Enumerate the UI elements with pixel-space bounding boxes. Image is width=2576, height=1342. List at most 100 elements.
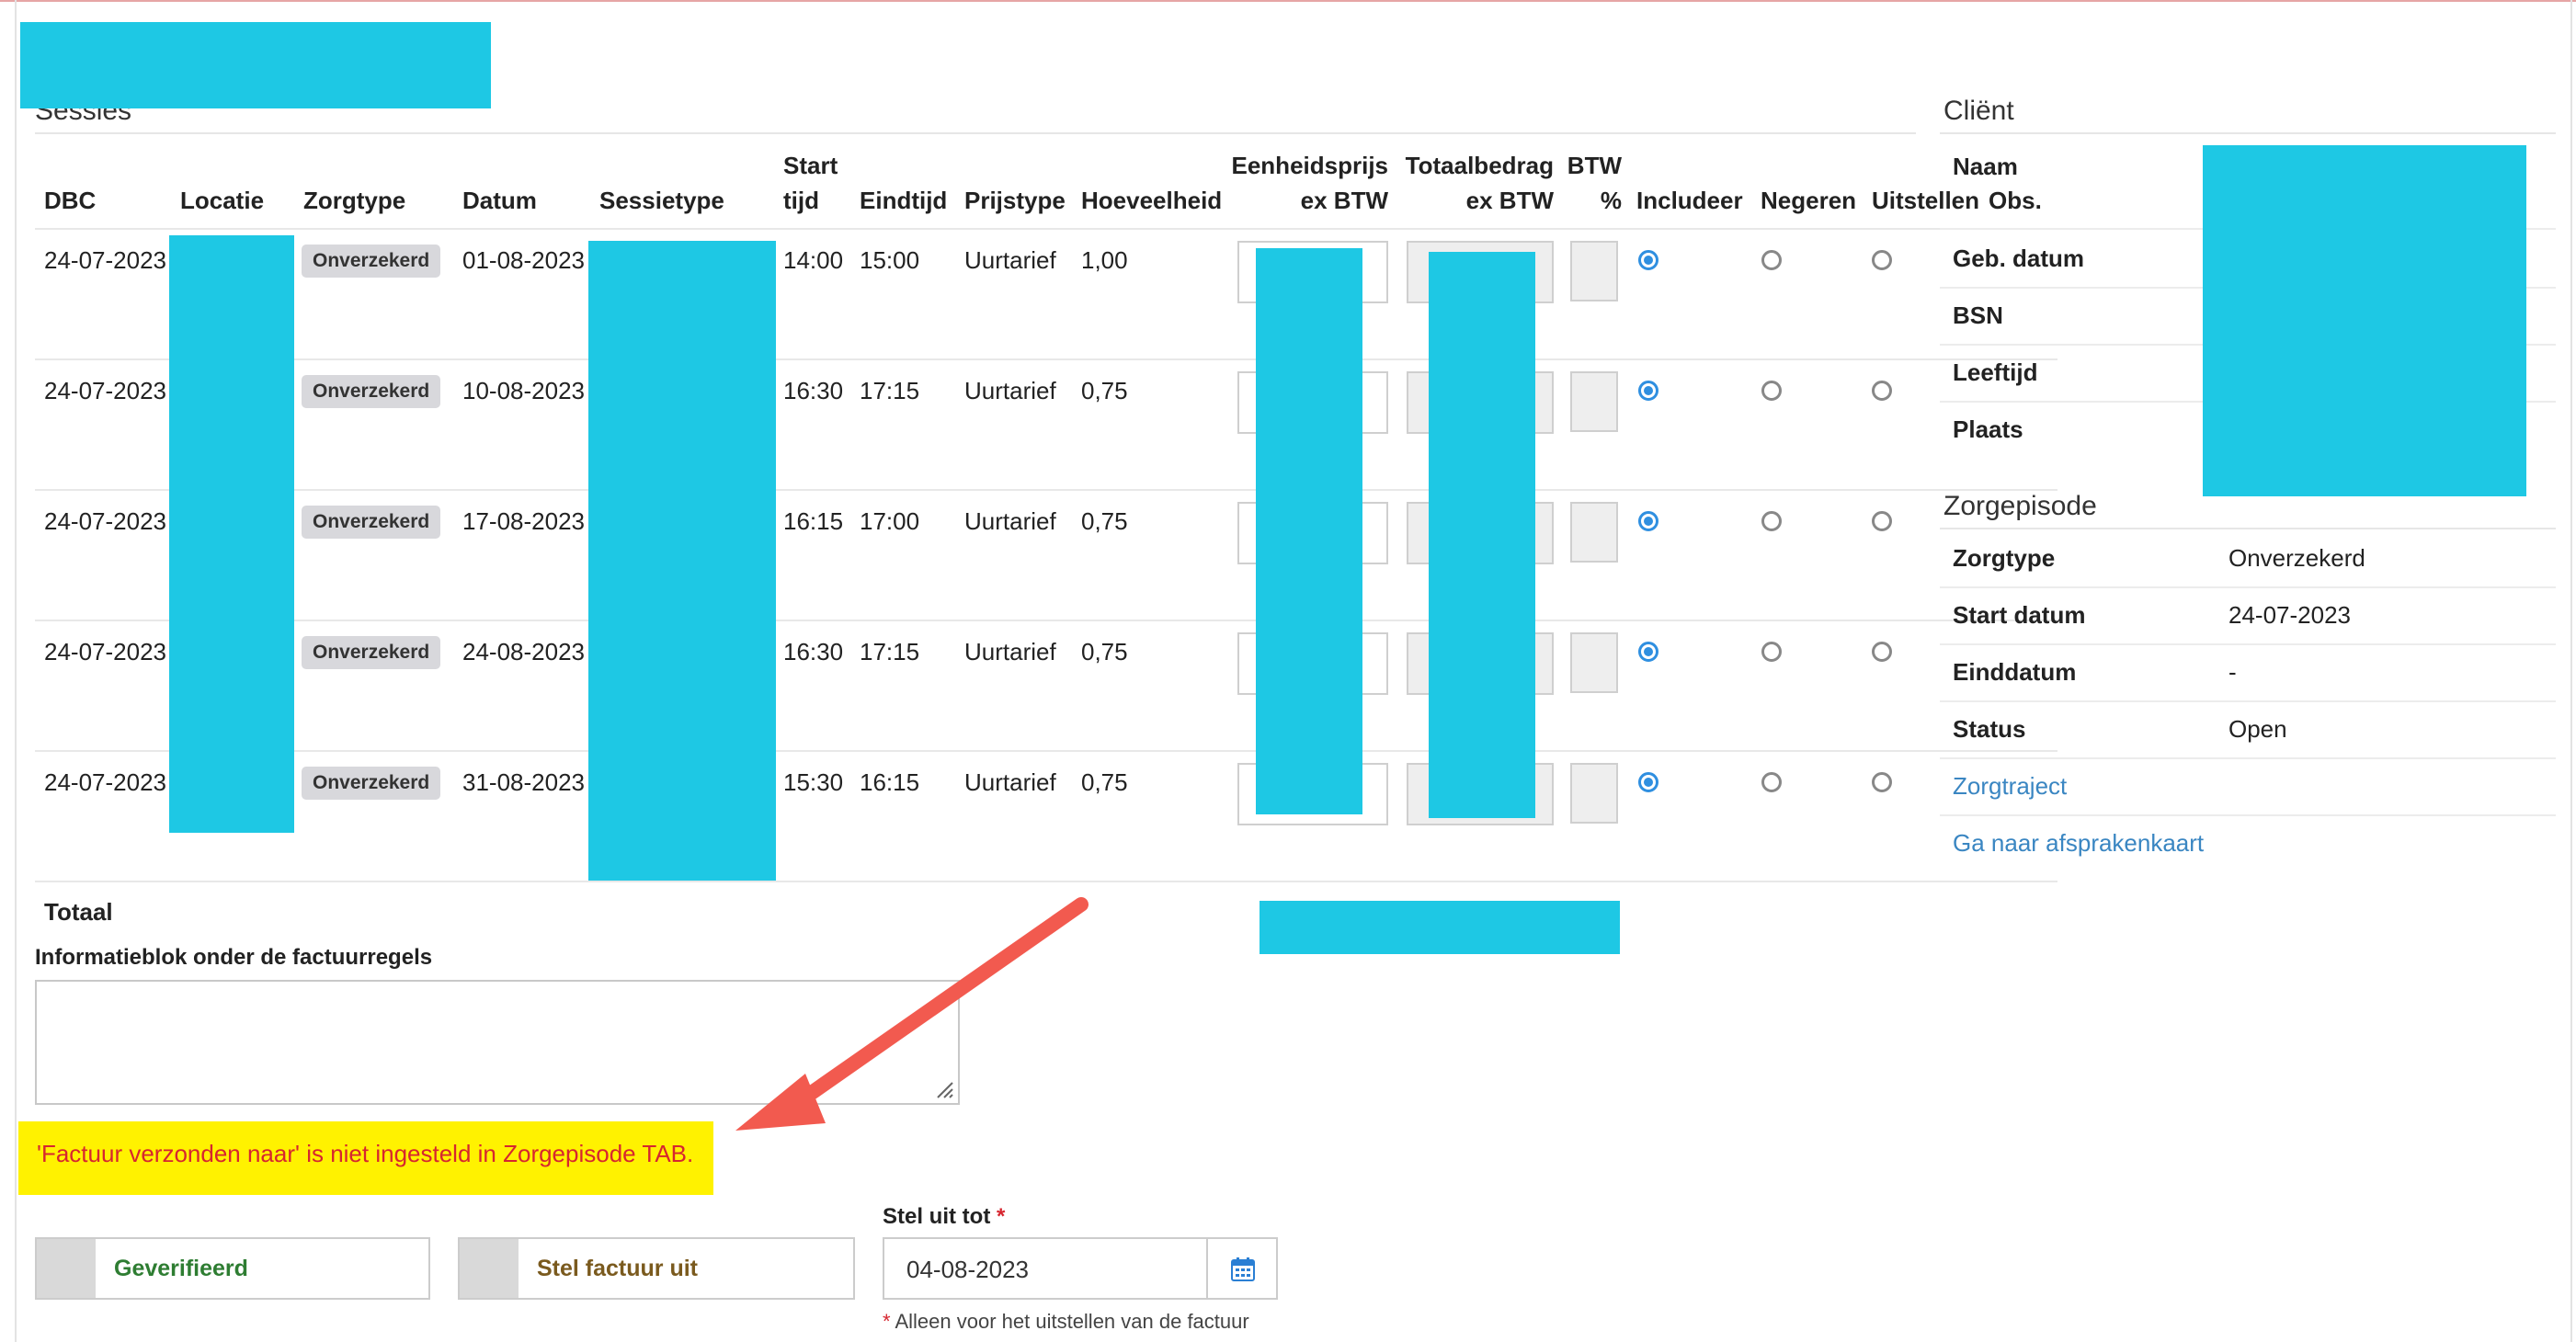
zorgtype-badge: Onverzekerd	[302, 245, 441, 278]
col-sessietype: Sessietype	[599, 187, 724, 214]
col-includeer: Includeer	[1636, 187, 1743, 214]
radio-negeren[interactable]	[1761, 772, 1782, 792]
sessions-title-divider	[35, 132, 1916, 134]
cell-dbc: 24-07-2023	[44, 507, 166, 535]
required-mark: *	[997, 1204, 1006, 1229]
col-negeren: Negeren	[1761, 187, 1857, 214]
radio-includeer[interactable]	[1638, 642, 1658, 662]
radio-uitstellen[interactable]	[1872, 772, 1892, 792]
client-plaats-label: Plaats	[1953, 415, 2023, 443]
date-picker-button[interactable]	[1206, 1237, 1278, 1300]
cell-starttijd: 14:00	[783, 246, 844, 274]
btw-input	[1570, 502, 1618, 563]
client-naam-label: Naam	[1953, 153, 2018, 180]
warning-banner: 'Factuur verzonden naar' is niet ingeste…	[18, 1121, 713, 1195]
row-divider	[35, 358, 2057, 360]
total-label: Totaal	[44, 898, 113, 926]
col-eenheidsprijs-line1: Eenheidsprijs	[1231, 152, 1389, 179]
radio-negeren[interactable]	[1761, 511, 1782, 531]
postpone-hint: * Alleen voor het uitstellen van de fact…	[883, 1305, 1249, 1338]
cell-prijstype: Uurtarief	[964, 246, 1056, 274]
zorgepisode-divider	[1940, 814, 2556, 816]
radio-uitstellen[interactable]	[1872, 642, 1892, 662]
zorgtype-badge: Onverzekerd	[302, 506, 441, 539]
zorgepisode-divider	[1940, 700, 2556, 702]
postpone-invoice-button[interactable]: Stel factuur uit	[458, 1237, 855, 1300]
zorgtype-badge: Onverzekerd	[302, 636, 441, 669]
cell-hoeveelheid: 1,00	[1081, 246, 1128, 274]
radio-uitstellen[interactable]	[1872, 381, 1892, 401]
radio-negeren[interactable]	[1761, 381, 1782, 401]
radio-includeer[interactable]	[1638, 381, 1658, 401]
cell-dbc: 24-07-2023	[44, 377, 166, 404]
redacted-header	[20, 22, 491, 108]
cell-datum: 31-08-2023	[462, 768, 585, 796]
zorgepisode-zorgtype-value: Onverzekerd	[2228, 544, 2365, 572]
cell-starttijd: 15:30	[783, 768, 844, 796]
cell-hoeveelheid: 0,75	[1081, 638, 1128, 665]
row-divider	[35, 620, 2057, 621]
cell-datum: 24-08-2023	[462, 638, 585, 665]
postpone-until-text: Stel uit tot	[883, 1204, 991, 1229]
cell-datum: 01-08-2023	[462, 246, 585, 274]
verified-toggle-knob	[37, 1239, 96, 1298]
radio-uitstellen[interactable]	[1872, 511, 1892, 531]
cell-hoeveelheid: 0,75	[1081, 768, 1128, 796]
zorgepisode-divider	[1940, 643, 2556, 645]
radio-negeren[interactable]	[1761, 642, 1782, 662]
col-uitstellen: Uitstellen	[1872, 187, 1980, 214]
postpone-date-value: 04-08-2023	[906, 1256, 1029, 1283]
col-dbc: DBC	[44, 187, 97, 214]
cell-prijstype: Uurtarief	[964, 507, 1056, 535]
redacted-total-value	[1260, 901, 1620, 954]
cell-eindtijd: 17:00	[860, 507, 920, 535]
calendar-icon	[1231, 1257, 1255, 1281]
col-totaalbedrag-line2: ex BTW	[1465, 187, 1554, 214]
col-eenheidsprijs-line2: ex BTW	[1300, 187, 1388, 214]
radio-includeer[interactable]	[1638, 511, 1658, 531]
cell-prijstype: Uurtarief	[964, 768, 1056, 796]
redacted-sessietype-column	[588, 241, 776, 881]
row-divider	[35, 489, 2057, 491]
verified-button[interactable]: Geverifieerd	[35, 1237, 430, 1300]
zorgtype-badge: Onverzekerd	[302, 767, 441, 800]
top-border	[0, 0, 2576, 2]
radio-uitstellen[interactable]	[1872, 250, 1892, 270]
cell-eindtijd: 15:00	[860, 246, 920, 274]
redacted-unit-prices	[1256, 248, 1362, 814]
radio-includeer[interactable]	[1638, 772, 1658, 792]
zorgepisode-divider	[1940, 757, 2556, 759]
postpone-date-input[interactable]: 04-08-2023	[883, 1237, 1208, 1300]
hint-required-mark: *	[883, 1310, 891, 1333]
cell-eindtijd: 16:15	[860, 768, 920, 796]
cell-hoeveelheid: 0,75	[1081, 507, 1128, 535]
col-btw-line1: BTW	[1567, 152, 1622, 179]
cell-starttijd: 16:30	[783, 638, 844, 665]
radio-includeer[interactable]	[1638, 250, 1658, 270]
postpone-toggle-knob	[460, 1239, 519, 1298]
col-hoeveelheid: Hoeveelheid	[1081, 187, 1223, 214]
afsprakenkaart-link[interactable]: Ga naar afsprakenkaart	[1953, 829, 2204, 858]
cell-hoeveelheid: 0,75	[1081, 377, 1128, 404]
btw-input	[1570, 763, 1618, 824]
zorgepisode-status-value: Open	[2228, 715, 2287, 743]
btw-input	[1570, 241, 1618, 301]
cell-prijstype: Uurtarief	[964, 377, 1056, 404]
redacted-client-values	[2203, 145, 2526, 496]
annotation-arrow	[735, 897, 1089, 1131]
col-zorgtype: Zorgtype	[303, 187, 406, 214]
btw-input	[1570, 371, 1618, 432]
row-divider	[35, 750, 2057, 752]
col-start-line1: Start	[783, 152, 838, 179]
cell-dbc: 24-07-2023	[44, 638, 166, 665]
cell-dbc: 24-07-2023	[44, 246, 166, 274]
zorgtraject-link[interactable]: Zorgtraject	[1953, 772, 2067, 801]
cell-eindtijd: 17:15	[860, 638, 920, 665]
col-prijstype: Prijstype	[964, 187, 1066, 214]
radio-negeren[interactable]	[1761, 250, 1782, 270]
verified-button-label: Geverifieerd	[114, 1256, 248, 1281]
zorgepisode-status-label: Status	[1953, 715, 2026, 743]
client-geb-label: Geb. datum	[1953, 245, 2085, 272]
right-border	[2570, 0, 2572, 1342]
col-locatie: Locatie	[180, 187, 265, 214]
